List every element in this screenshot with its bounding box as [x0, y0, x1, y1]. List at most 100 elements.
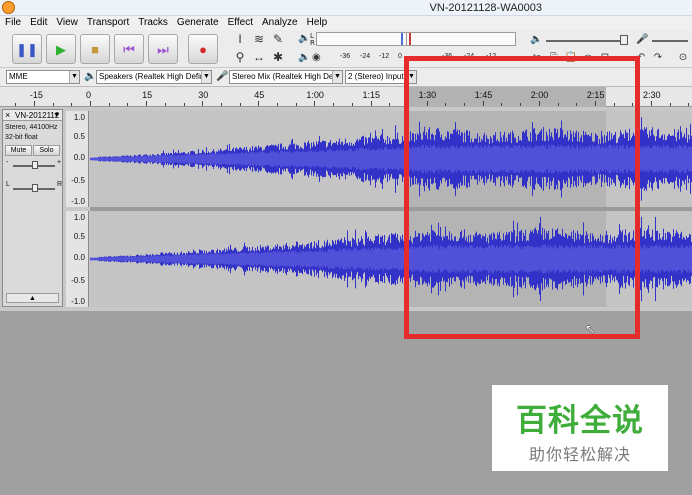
sync-lock-icon[interactable]: ⊙: [676, 51, 690, 65]
output-device-select[interactable]: Speakers (Realtek High Definit ▼: [96, 70, 212, 84]
input-meter-speaker-icon: 🔈: [298, 52, 311, 63]
amplitude-label: 0.0: [73, 253, 85, 262]
record-volume-slider[interactable]: [652, 40, 688, 42]
meter-right-label: R: [310, 39, 315, 47]
pan-slider-knob[interactable]: [32, 184, 38, 192]
playback-volume-slider[interactable]: [546, 40, 626, 42]
menu-file[interactable]: File: [0, 16, 25, 30]
record-meter[interactable]: [406, 32, 516, 46]
ruler-minor-tick: [688, 103, 690, 106]
input-device-select[interactable]: Stereo Mix (Realtek High Defin ▼: [229, 70, 343, 84]
ruler-minor-tick: [220, 103, 222, 106]
record-icon: ●: [199, 41, 207, 57]
ruler-minor-tick: [164, 103, 166, 106]
menu-bar: File Edit View Transport Tracks Generate…: [0, 16, 692, 30]
multi-tool-icon[interactable]: ✱: [270, 49, 286, 65]
volume-icon: 🔈: [530, 34, 543, 45]
ruler-minor-tick: [258, 103, 260, 106]
stop-icon: ■: [91, 41, 99, 57]
envelope-tool-icon[interactable]: ≋: [251, 31, 267, 47]
menu-help[interactable]: Help: [302, 16, 332, 30]
input-channels-value: 2 (Stereo) Input: [348, 72, 404, 81]
zoom-tool-icon[interactable]: ⚲: [232, 49, 248, 65]
output-meter-speaker-icon: 🔈: [298, 33, 311, 44]
menu-tracks[interactable]: Tracks: [133, 16, 172, 30]
gain-slider-knob[interactable]: [32, 161, 38, 169]
track-bit-depth: 32-bit float: [5, 134, 38, 141]
menu-view[interactable]: View: [51, 16, 82, 30]
ruler-minor-tick: [314, 103, 316, 106]
draw-tool-icon[interactable]: ✎: [270, 31, 286, 47]
selection-tool-icon[interactable]: I: [232, 31, 248, 47]
window-title: VN-20121128-WA0003: [429, 2, 542, 14]
track-format: Stereo, 44100Hz: [5, 124, 58, 131]
title-bar: VN-20121128-WA0003: [0, 0, 692, 16]
amplitude-label: 0.5: [73, 132, 85, 141]
close-track-icon[interactable]: ×: [5, 110, 10, 121]
amplitude-label: 0.5: [73, 232, 85, 241]
ruler-minor-tick: [239, 103, 241, 106]
ruler-minor-tick: [33, 103, 35, 106]
ruler-minor-tick: [183, 103, 185, 106]
annotation-highlight-box: [404, 56, 640, 339]
mic-icon: 🎤: [636, 34, 649, 45]
collapse-track-button[interactable]: ▲: [6, 293, 59, 303]
input-device-value: Stereo Mix (Realtek High Defin: [232, 72, 342, 81]
meter-tick-2: -24: [360, 53, 371, 60]
record-button[interactable]: ●: [188, 34, 218, 64]
meter-tick-4: 0: [398, 53, 402, 60]
ruler-label: 1:00: [306, 90, 324, 100]
ruler-minor-tick: [370, 103, 372, 106]
amplitude-label: 1.0: [73, 113, 85, 122]
amplitude-label: 0.0: [73, 153, 85, 162]
ruler-minor-tick: [351, 103, 353, 106]
watermark: 百科全说 助你轻松解决: [492, 385, 668, 471]
menu-edit[interactable]: Edit: [25, 16, 51, 30]
amplitude-label: 1.0: [73, 213, 85, 222]
vertical-ruler-right: 1.0 0.5 0.0 -0.5 -1.0: [66, 211, 89, 307]
ruler-minor-tick: [295, 103, 297, 106]
pause-button[interactable]: ❚❚: [12, 34, 42, 64]
ruler-minor-tick: [333, 103, 335, 106]
ruler-label: 1:15: [362, 90, 381, 100]
watermark-subtitle: 助你轻松解决: [528, 445, 631, 464]
skip-end-button[interactable]: ⏭: [148, 34, 178, 64]
playback-meter[interactable]: [316, 32, 414, 46]
menu-analyze[interactable]: Analyze: [257, 16, 302, 30]
meter-tick-3: -12: [379, 53, 390, 60]
redo-icon[interactable]: ↷: [651, 51, 665, 65]
play-icon: ▶: [56, 41, 66, 57]
mute-button[interactable]: Mute: [5, 145, 32, 156]
ruler-label: 30: [198, 90, 209, 100]
timeshift-tool-icon[interactable]: ↔: [251, 49, 267, 65]
menu-effect[interactable]: Effect: [223, 16, 257, 30]
menu-generate[interactable]: Generate: [172, 16, 223, 30]
chevron-down-icon: ▼: [201, 71, 211, 83]
mouse-cursor-icon: ↖: [585, 322, 596, 336]
pan-left-label: L: [6, 181, 10, 188]
ruler-minor-tick: [108, 103, 110, 106]
ruler-minor-tick: [71, 103, 73, 106]
skip-start-icon: ⏮: [123, 41, 135, 57]
ruler-minor-tick: [52, 103, 54, 106]
amplitude-label: -0.5: [71, 176, 85, 185]
track-control-panel: × VN-2012112 ▼ Stereo, 44100Hz 32-bit fl…: [2, 109, 63, 307]
input-meter-record-icon: ◉: [312, 52, 321, 63]
playback-volume-knob[interactable]: [620, 35, 628, 45]
solo-button[interactable]: Solo: [33, 145, 60, 156]
audio-host-select[interactable]: MME ▼: [6, 70, 80, 84]
amplitude-label: -0.5: [71, 276, 85, 285]
ruler-label: 45: [254, 90, 265, 100]
ruler-minor-tick: [651, 103, 652, 106]
track-menu-chevron-icon[interactable]: ▼: [53, 110, 60, 121]
skip-start-button[interactable]: ⏮: [114, 34, 144, 64]
ruler-label: 2:30: [643, 90, 661, 100]
stop-button[interactable]: ■: [80, 34, 110, 64]
watermark-title: 百科全说: [516, 403, 644, 439]
menu-transport[interactable]: Transport: [82, 16, 133, 30]
track-header[interactable]: × VN-2012112 ▼: [3, 110, 62, 121]
chevron-down-icon: ▼: [332, 71, 342, 83]
play-button[interactable]: ▶: [46, 34, 76, 64]
vertical-ruler-left: 1.0 0.5 0.0 -0.5 -1.0: [66, 111, 89, 207]
ruler-minor-tick: [15, 103, 17, 106]
